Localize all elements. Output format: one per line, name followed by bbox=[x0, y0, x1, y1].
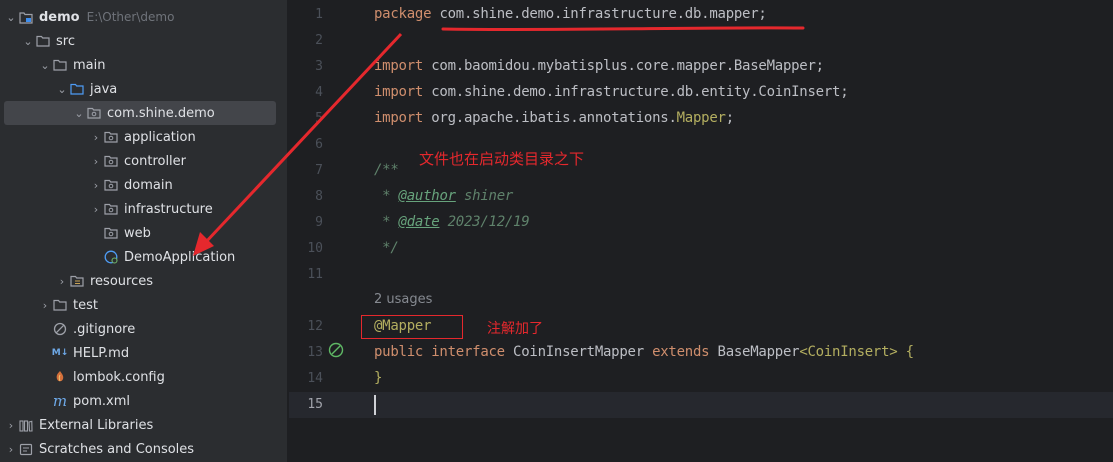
package-underline bbox=[441, 26, 805, 32]
markup-overlay bbox=[193, 26, 805, 256]
pointer-arrow-line bbox=[203, 32, 403, 245]
